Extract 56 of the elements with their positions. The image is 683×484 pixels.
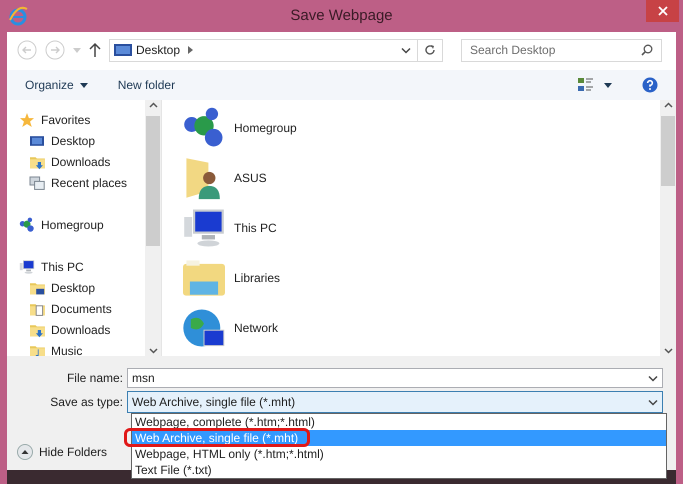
homegroup-icon [19, 216, 35, 232]
scrollbar-thumb[interactable] [661, 116, 675, 186]
address-bar[interactable]: Desktop [109, 38, 443, 62]
save-as-type-label: Save as type: [49, 394, 124, 411]
address-location[interactable]: Desktop [136, 41, 180, 59]
caret-icon[interactable] [604, 82, 612, 88]
dropdown-chevron-icon[interactable] [648, 374, 658, 382]
save-as-type-select[interactable]: Web Archive, single file (*.mht) [127, 391, 663, 413]
scroll-down-icon[interactable] [664, 348, 672, 354]
new-folder-button[interactable]: New folder [118, 76, 176, 94]
nav-item[interactable]: Recent places [19, 172, 145, 193]
close-icon[interactable] [658, 6, 668, 16]
help-icon[interactable] [642, 77, 658, 93]
nav-item[interactable]: This PC [19, 256, 145, 277]
nav-item[interactable]: Documents [19, 298, 145, 319]
browser-logo-icon [8, 6, 28, 26]
computer-icon [19, 258, 35, 274]
nav-item[interactable]: Downloads [19, 319, 145, 340]
collapse-icon [17, 444, 33, 460]
nav-item[interactable]: Homegroup [19, 214, 145, 235]
folder-item[interactable]: Libraries [182, 256, 660, 300]
folder-item[interactable]: Homegroup [182, 106, 660, 150]
scrollbar-thumb[interactable] [146, 116, 160, 246]
search-field[interactable]: Search Desktop [461, 38, 662, 62]
nav-item[interactable]: Desktop [19, 277, 145, 298]
search-input[interactable]: Search Desktop [470, 41, 641, 59]
folder-item[interactable]: ASUS [182, 156, 660, 200]
up-arrow-icon[interactable] [89, 42, 101, 58]
folder-item[interactable]: This PC [182, 206, 660, 250]
search-icon[interactable] [641, 44, 653, 56]
nav-item[interactable]: Favorites [19, 109, 145, 130]
nav-item[interactable]: Downloads [19, 151, 145, 172]
organize-button[interactable]: Organize [25, 76, 88, 94]
caret-icon [80, 82, 88, 88]
scroll-up-icon[interactable] [664, 102, 672, 108]
file-name-label: File name: [66, 370, 124, 387]
hide-folders-button[interactable]: Hide Folders [17, 443, 108, 461]
star-icon [19, 112, 35, 128]
nav-item[interactable]: Desktop [19, 130, 145, 151]
breadcrumb-arrow-icon[interactable] [188, 46, 194, 54]
recent-places-icon [29, 174, 45, 190]
refresh-icon[interactable] [424, 44, 436, 56]
scrollbar[interactable] [660, 100, 676, 356]
scroll-up-icon[interactable] [148, 102, 158, 108]
monitor-icon [114, 43, 132, 57]
dropdown-chevron-icon[interactable] [401, 46, 411, 54]
folder-item[interactable]: Network [182, 306, 660, 350]
file-type-option[interactable]: Text File (*.txt) [132, 462, 666, 478]
file-type-option[interactable]: Webpage, HTML only (*.htm;*.html) [132, 446, 666, 462]
scrollbar[interactable] [145, 100, 161, 356]
close-button[interactable] [646, 0, 679, 22]
dropdown-chevron-icon[interactable] [648, 398, 658, 406]
window-title: Save Webpage [290, 6, 393, 26]
view-options-icon[interactable] [578, 77, 594, 93]
file-type-option[interactable]: Webpage, complete (*.htm;*.html) [132, 414, 666, 430]
scroll-down-icon[interactable] [148, 348, 158, 354]
